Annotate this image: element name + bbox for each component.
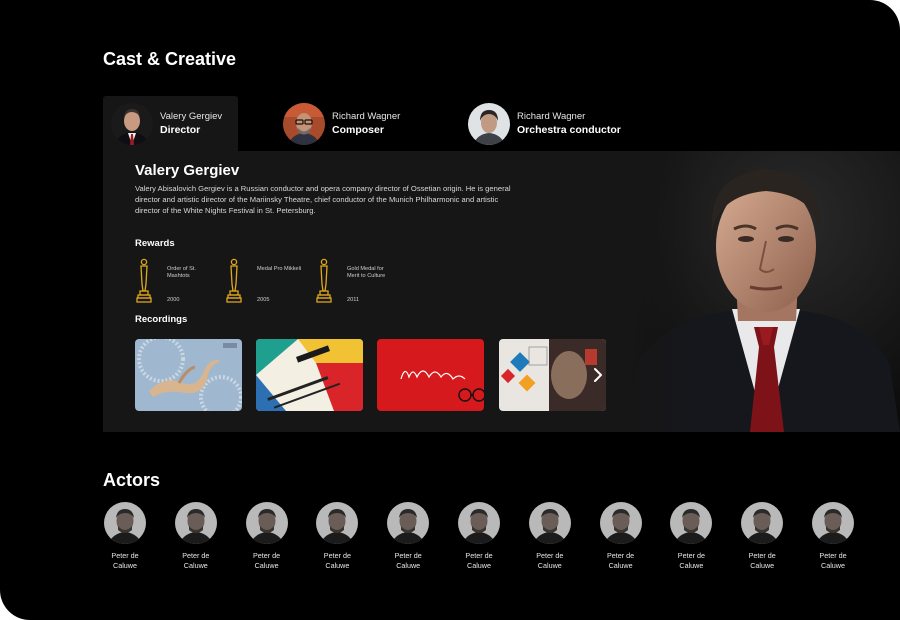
chevron-right-icon	[594, 368, 602, 382]
actor-name: Peter de Caluwe	[748, 551, 776, 570]
reward-name: Gold Medal for Merit to Culture	[347, 266, 386, 280]
actor-name: Peter de Caluwe	[677, 551, 705, 570]
actor-avatar	[245, 502, 288, 544]
actor-avatar	[812, 502, 854, 544]
reward-name: Order of St. Mashtots	[167, 266, 196, 280]
actor-item[interactable]: Peter de Caluwe	[237, 502, 297, 570]
actor-name: Peter de Caluwe	[111, 551, 139, 570]
actor-name: Peter de Caluwe	[536, 551, 564, 570]
actor-avatar	[741, 502, 784, 544]
actor-item[interactable]: Peter de Caluwe	[661, 502, 721, 570]
reward-item: Medal Pro Mikkeli 2005	[225, 258, 315, 308]
actor-avatar	[174, 502, 217, 544]
cast-page: Cast & Creative Valery Gergiev Director	[0, 0, 900, 620]
actor-name: Peter de Caluwe	[253, 551, 281, 570]
person-name-heading: Valery Gergiev	[135, 162, 240, 179]
recordings-next-button[interactable]	[590, 363, 606, 387]
actor-name: Peter de Caluwe	[819, 551, 847, 570]
avatar	[468, 103, 510, 145]
actor-item[interactable]: Peter de Caluwe	[95, 502, 155, 570]
actor-name: Peter de Caluwe	[465, 551, 493, 570]
tab-composer[interactable]: Richard Wagner Composer	[283, 101, 400, 147]
actor-avatar	[316, 502, 359, 544]
tab-person-name: Valery Gergiev	[160, 111, 223, 122]
tab-person-name: Richard Wagner	[517, 111, 586, 122]
actor-avatar	[104, 502, 146, 544]
recording-card[interactable]	[377, 339, 484, 411]
reward-year: 2005	[257, 297, 270, 303]
recording-card[interactable]	[256, 339, 363, 411]
reward-year: 2011	[347, 297, 360, 303]
person-biography: Valery Abisalovich Gergiev is a Russian …	[135, 184, 511, 215]
actor-item[interactable]: Peter de Caluwe	[591, 502, 651, 570]
tab-role: Orchestra conductor	[517, 124, 621, 136]
actors-section-title: Actors	[103, 470, 161, 490]
avatar	[283, 103, 325, 145]
person-portrait	[628, 151, 900, 432]
actor-item[interactable]: Peter de Caluwe	[307, 502, 367, 570]
recording-card[interactable]	[135, 339, 242, 411]
actor-avatar	[528, 502, 571, 544]
actor-item[interactable]: Peter de Caluwe	[449, 502, 509, 570]
award-statuette-icon	[316, 258, 332, 303]
recordings-heading: Recordings	[135, 314, 188, 325]
tab-director[interactable]: Valery Gergiev Director	[103, 96, 238, 152]
reward-item: Gold Medal for Merit to Culture 2011	[315, 258, 405, 308]
reward-year: 2000	[167, 297, 180, 303]
award-statuette-icon	[136, 258, 152, 303]
actor-name: Peter de Caluwe	[323, 551, 351, 570]
actor-avatar	[670, 502, 713, 544]
actor-name: Peter de Caluwe	[182, 551, 210, 570]
actor-name: Peter de Caluwe	[394, 551, 422, 570]
reward-item: Order of St. Mashtots 2000	[135, 258, 225, 308]
actor-item[interactable]: Peter de Caluwe	[520, 502, 580, 570]
actor-item[interactable]: Peter de Caluwe	[803, 502, 863, 570]
person-detail-panel: Valery Gergiev Valery Abisalovich Gergie…	[103, 151, 900, 432]
tab-person-name: Richard Wagner	[332, 111, 401, 122]
actor-item[interactable]: Peter de Caluwe	[166, 502, 226, 570]
actor-avatar	[599, 502, 642, 544]
actor-avatar	[387, 502, 430, 544]
rewards-heading: Rewards	[135, 238, 175, 249]
award-statuette-icon	[226, 258, 242, 303]
actor-item[interactable]: Peter de Caluwe	[378, 502, 438, 570]
tab-role: Composer	[332, 124, 384, 136]
reward-name: Medal Pro Mikkeli	[257, 266, 302, 272]
tab-orchestra-conductor[interactable]: Richard Wagner Orchestra conductor	[468, 101, 621, 147]
tab-role: Director	[160, 124, 201, 136]
avatar	[111, 103, 153, 145]
actor-name: Peter de Caluwe	[607, 551, 635, 570]
actor-item[interactable]: Peter de Caluwe	[732, 502, 792, 570]
actor-avatar	[458, 502, 500, 544]
cast-section-title: Cast & Creative	[103, 49, 237, 69]
